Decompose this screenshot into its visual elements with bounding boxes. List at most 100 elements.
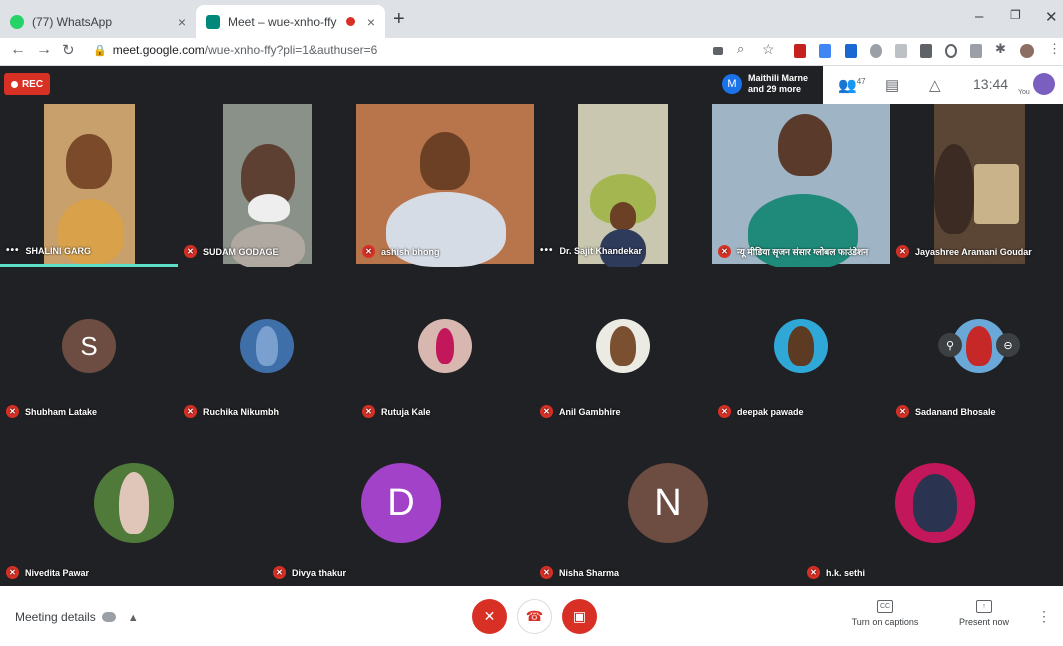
participant-avatar bbox=[240, 319, 294, 373]
minimize-button[interactable]: – bbox=[975, 8, 983, 25]
participant-tile[interactable]: ✕ h.k. sethi bbox=[801, 427, 1063, 586]
restore-button[interactable]: ❐ bbox=[1010, 8, 1021, 22]
meet-tools: 👥47 ▤ △ 13:44 You bbox=[823, 66, 1063, 104]
activities-icon[interactable]: △ bbox=[929, 76, 941, 94]
participant-tile[interactable]: ✕ Nivedita Pawar bbox=[0, 427, 267, 586]
captions-badge-icon bbox=[101, 612, 116, 622]
presenter-chip[interactable]: M Maithili Marne and 29 more bbox=[716, 68, 823, 100]
chevron-up-icon: ▲ bbox=[127, 612, 139, 624]
extension-icon[interactable] bbox=[920, 44, 932, 58]
close-tab-icon[interactable]: × bbox=[367, 14, 375, 30]
phone-hangup-icon: ☎ bbox=[525, 608, 544, 624]
back-arrow-icon[interactable]: ← bbox=[10, 41, 26, 59]
participant-avatar bbox=[596, 319, 650, 373]
presenter-avatar: M bbox=[722, 74, 742, 94]
whatsapp-icon bbox=[10, 14, 24, 29]
participant-name: Sadanand Bhosale bbox=[915, 406, 996, 417]
bookmark-star-icon[interactable]: ☆ bbox=[762, 41, 775, 58]
participant-tile[interactable]: ✕ SUDAM GODAGE bbox=[178, 104, 356, 267]
extension-icon[interactable] bbox=[819, 44, 831, 58]
meeting-controls: Meeting details ▲ ✕ ☎ ▣ CC Turn on caption… bbox=[0, 586, 1063, 646]
leave-call-button[interactable]: ☎ bbox=[517, 599, 552, 634]
close-tab-icon[interactable]: × bbox=[178, 14, 186, 30]
tab-meet[interactable]: Meet – wue-xnho-ffy × bbox=[196, 5, 385, 38]
mic-off-icon: ✕ bbox=[362, 405, 375, 418]
present-icon: ↑ bbox=[976, 600, 992, 613]
pin-icon[interactable]: ⚲ bbox=[938, 333, 962, 357]
participant-tile[interactable]: S ✕ Shubham Latake bbox=[0, 267, 178, 427]
participant-name: SUDAM GODAGE bbox=[203, 246, 279, 257]
mic-off-icon: ✕ bbox=[184, 405, 197, 418]
camera-icon[interactable] bbox=[713, 47, 723, 55]
chat-icon[interactable]: ▤ bbox=[885, 76, 899, 94]
tab-whatsapp[interactable]: (77) WhatsApp × bbox=[0, 5, 196, 38]
profile-avatar[interactable] bbox=[1020, 44, 1034, 58]
cc-icon: CC bbox=[877, 600, 893, 613]
participant-name: Jayashree Aramani Goudar bbox=[915, 246, 1032, 257]
zoom-icon[interactable]: ⌕ bbox=[737, 41, 744, 57]
participant-name: deepak pawade bbox=[737, 406, 804, 417]
participant-name: न्यू मीडिया सृजन संसार ग्लोबल फाउंडेशन bbox=[737, 247, 869, 257]
camera-toggle-button[interactable]: ▣ bbox=[562, 599, 597, 634]
participant-tile[interactable]: ✕ Jayashree Aramani Goudar bbox=[890, 104, 1063, 267]
extension-icon[interactable] bbox=[870, 44, 882, 58]
mic-toggle-button[interactable]: ✕ bbox=[472, 599, 507, 634]
participant-tile[interactable]: ✕ Rutuja Kale bbox=[356, 267, 534, 427]
you-label: You bbox=[1018, 89, 1030, 96]
mic-off-icon: ✕ bbox=[718, 245, 731, 258]
participant-name: Dr. Sajit Khandekar bbox=[559, 245, 643, 256]
puzzle-icon[interactable]: ✱ bbox=[995, 41, 1006, 57]
mic-off-icon: ✕ bbox=[483, 608, 496, 624]
participant-tile[interactable]: ✕ deepak pawade bbox=[712, 267, 890, 427]
video-feed bbox=[356, 104, 534, 267]
participant-name: SHALINI GARG bbox=[25, 245, 92, 256]
extension-icon[interactable] bbox=[845, 44, 857, 58]
extension-icon[interactable] bbox=[945, 44, 957, 58]
participant-avatar: S bbox=[62, 319, 116, 373]
mic-off-icon: ✕ bbox=[362, 245, 375, 258]
mic-off-icon: ✕ bbox=[273, 566, 286, 579]
mic-off-icon: ✕ bbox=[540, 566, 553, 579]
participant-tile[interactable]: ✕ न्यू मीडिया सृजन संसार ग्लोबल फाउंडेशन bbox=[712, 104, 890, 267]
url-field[interactable]: 🔒 meet.google.com/wue-xnho-ffy?pli=1&auth… bbox=[93, 43, 377, 57]
close-window-button[interactable]: ✕ bbox=[1045, 8, 1058, 26]
participant-tile[interactable]: ••• Dr. Sajit Khandekar bbox=[534, 104, 712, 267]
tab-title: Meet – wue-xnho-ffy bbox=[228, 14, 337, 29]
lock-icon: 🔒 bbox=[93, 45, 107, 57]
participant-tile[interactable]: D ✕ Divya thakur bbox=[267, 427, 534, 586]
self-avatar[interactable] bbox=[1033, 73, 1055, 95]
audio-level-icon: ••• bbox=[540, 245, 554, 256]
forward-arrow-icon[interactable]: → bbox=[36, 41, 52, 59]
mic-off-icon: ✕ bbox=[184, 245, 197, 258]
recording-badge: REC bbox=[4, 73, 50, 95]
participant-name: Nisha Sharma bbox=[559, 567, 620, 578]
reload-icon[interactable]: ↻ bbox=[62, 41, 75, 59]
meeting-details-button[interactable]: Meeting details ▲ bbox=[15, 610, 139, 624]
participant-tile[interactable]: ⚲ ⊖ ✕ Sadanand Bhosale bbox=[890, 267, 1063, 427]
new-tab-button[interactable]: + bbox=[393, 8, 405, 31]
more-options-icon[interactable]: ⋮ bbox=[1037, 608, 1051, 625]
participant-name: Anil Gambhire bbox=[559, 406, 621, 417]
participant-name: Rutuja Kale bbox=[381, 406, 431, 417]
participant-tile[interactable]: ✕ Anil Gambhire bbox=[534, 267, 712, 427]
participant-tile[interactable]: ✕ Ruchika Nikumbh bbox=[178, 267, 356, 427]
participant-grid: ••• SHALINI GARG ✕ SUDAM GODAGE ✕ ashish bh… bbox=[0, 104, 1063, 586]
camera-off-icon: ▣ bbox=[572, 608, 587, 624]
remove-icon[interactable]: ⊖ bbox=[996, 333, 1020, 357]
participant-tile[interactable]: ••• SHALINI GARG bbox=[0, 104, 178, 267]
extension-icon[interactable] bbox=[970, 44, 982, 58]
mic-off-icon: ✕ bbox=[6, 566, 19, 579]
video-feed bbox=[223, 104, 312, 267]
browser-tab-bar: (77) WhatsApp × Meet – wue-xnho-ffy × + … bbox=[0, 0, 1063, 38]
present-now-button[interactable]: ↑ Present now bbox=[950, 600, 1018, 627]
participant-tile[interactable]: N ✕ Nisha Sharma bbox=[534, 427, 801, 586]
extension-icon[interactable] bbox=[895, 44, 907, 58]
meet-icon bbox=[206, 14, 220, 29]
participant-tile[interactable]: ✕ ashish bhong bbox=[356, 104, 534, 267]
extension-icon[interactable] bbox=[794, 44, 806, 58]
kebab-menu-icon[interactable]: ⋮ bbox=[1048, 41, 1061, 57]
captions-button[interactable]: CC Turn on captions bbox=[846, 600, 924, 627]
participant-name: Divya thakur bbox=[292, 567, 347, 578]
meeting-clock: 13:44 bbox=[973, 76, 1009, 92]
people-icon[interactable]: 👥47 bbox=[838, 76, 866, 94]
